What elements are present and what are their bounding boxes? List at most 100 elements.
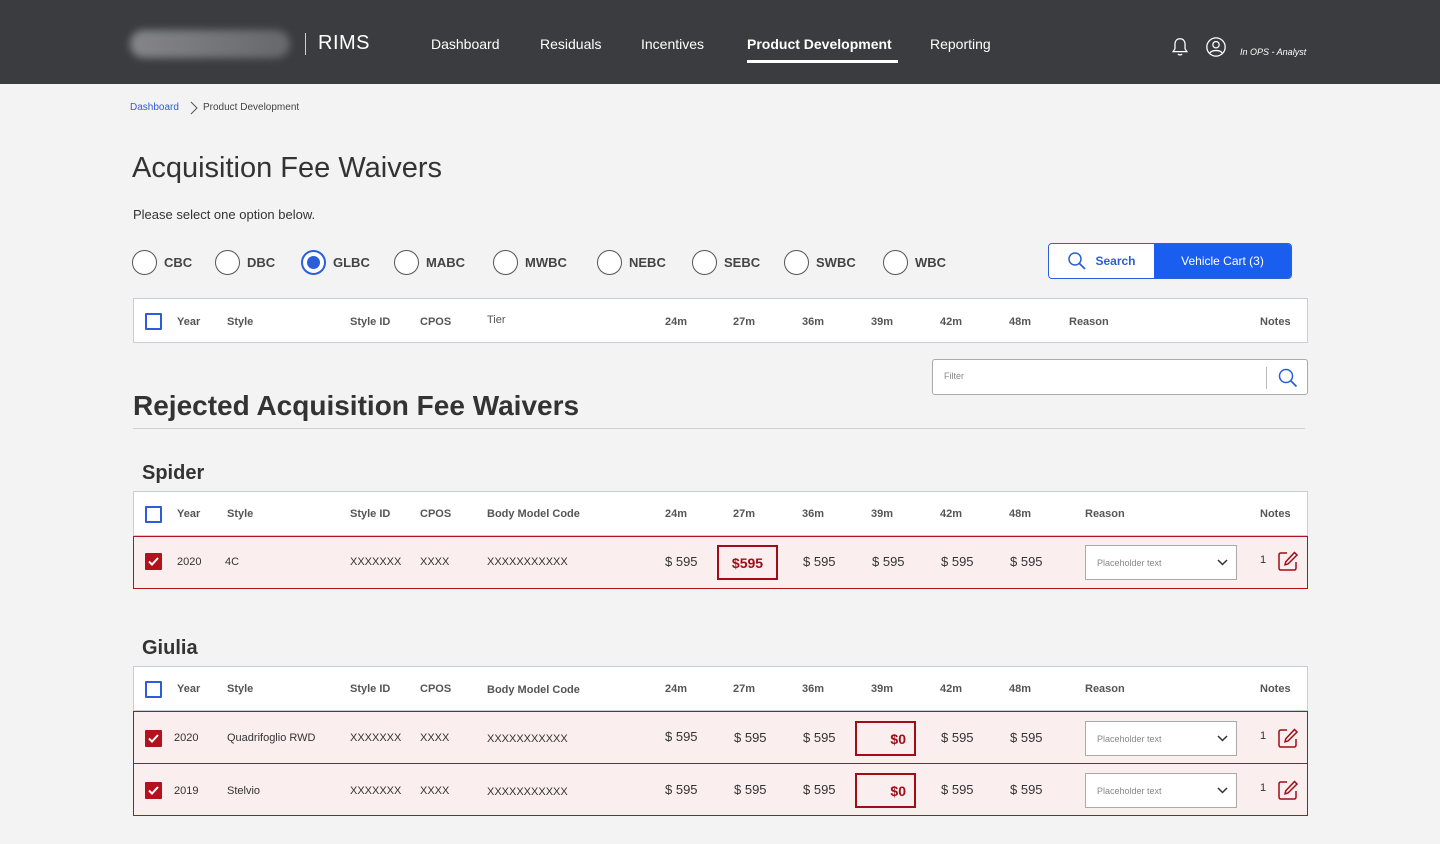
radio-mwbc[interactable]: MWBC <box>493 249 567 275</box>
radio-circle[interactable] <box>493 249 518 275</box>
search-button[interactable]: Search <box>1049 244 1154 278</box>
group-title-giulia: Giulia <box>142 637 198 659</box>
bell-icon[interactable] <box>1169 36 1191 58</box>
radio-circle[interactable] <box>394 249 419 275</box>
column-header-body-model-code: Body Model Code <box>487 684 580 696</box>
radio-circle[interactable] <box>883 249 908 275</box>
column-header-body-model-code: Body Model Code <box>487 508 580 520</box>
filter-input[interactable]: Filter <box>932 359 1308 395</box>
search-icon <box>1068 252 1087 270</box>
radio-mabc[interactable]: MABC <box>394 249 465 275</box>
cell-body-model-code: XXXXXXXXXXX <box>487 786 568 798</box>
notes-count: 1 <box>1260 730 1267 742</box>
nav-reporting[interactable]: Reporting <box>930 36 991 52</box>
filter-placeholder: Filter <box>944 371 964 381</box>
reason-placeholder: Placeholder text <box>1097 785 1162 796</box>
column-header-39m: 39m <box>871 508 894 520</box>
column-header-style-id: Style ID <box>350 316 391 328</box>
radio-circle-selected[interactable] <box>301 249 326 275</box>
edit-note-icon[interactable] <box>1277 779 1299 801</box>
column-header-notes: Notes <box>1260 683 1291 695</box>
price-24m: $ 595 <box>665 554 698 569</box>
breadcrumb-current: Product Development <box>203 102 300 113</box>
row-checkbox-checked[interactable] <box>145 553 162 570</box>
radio-cbc[interactable]: CBC <box>132 249 192 275</box>
cell-year: 2019 <box>174 785 199 797</box>
table-row[interactable]: 2019 Stelvio XXXXXXX XXXX XXXXXXXXXXX $ … <box>133 763 1308 816</box>
price-27m-flagged[interactable]: $595 <box>717 545 778 580</box>
edit-note-icon[interactable] <box>1277 550 1299 572</box>
reason-placeholder: Placeholder text <box>1097 733 1162 744</box>
radio-circle[interactable] <box>597 249 622 275</box>
row-checkbox-checked[interactable] <box>145 730 162 747</box>
column-header-39m: 39m <box>871 316 894 328</box>
reason-dropdown[interactable]: Placeholder text <box>1085 773 1237 808</box>
user-profile-icon[interactable] <box>1205 36 1227 58</box>
row-checkbox-checked[interactable] <box>145 782 162 799</box>
price-48m: $ 595 <box>1010 554 1043 569</box>
instruction-text: Please select one option below. <box>133 207 316 222</box>
radio-dbc[interactable]: DBC <box>215 249 275 275</box>
breadcrumb-dashboard-link[interactable]: Dashboard <box>130 102 179 113</box>
radio-label: DBC <box>247 254 276 270</box>
select-all-checkbox[interactable] <box>145 506 162 523</box>
vehicle-cart-button[interactable]: Vehicle Cart (3) <box>1154 244 1291 278</box>
giulia-table: Year Style Style ID CPOS Body Model Code… <box>133 666 1308 816</box>
radio-label: NEBC <box>629 254 666 270</box>
edit-note-icon[interactable] <box>1277 727 1299 749</box>
radio-circle[interactable] <box>215 249 240 275</box>
column-header-cpos: CPOS <box>420 683 452 695</box>
radio-label: SWBC <box>816 254 856 270</box>
nav-incentives[interactable]: Incentives <box>641 36 704 52</box>
price-27m: $ 595 <box>734 730 767 745</box>
reason-dropdown[interactable]: Placeholder text <box>1085 721 1237 756</box>
checkmark-icon <box>148 557 159 566</box>
price-42m: $ 595 <box>941 554 974 569</box>
column-header-style-id: Style ID <box>350 508 391 520</box>
cell-style-id: XXXXXXX <box>350 785 402 797</box>
radio-swbc[interactable]: SWBC <box>784 249 856 275</box>
price-39m-flagged[interactable]: $0 <box>855 773 916 808</box>
cell-year: 2020 <box>174 732 199 744</box>
checkmark-icon <box>148 786 159 795</box>
column-header-42m: 42m <box>940 683 963 695</box>
radio-circle[interactable] <box>784 249 809 275</box>
radio-label: SEBC <box>724 254 761 270</box>
radio-circle[interactable] <box>692 249 717 275</box>
radio-label: CBC <box>164 254 193 270</box>
price-27m: $ 595 <box>734 782 767 797</box>
radio-nebc[interactable]: NEBC <box>597 249 666 275</box>
nav-residuals[interactable]: Residuals <box>540 36 601 52</box>
radio-selected-dot <box>307 255 320 269</box>
group-title-spider: Spider <box>142 462 205 484</box>
rejected-section-title: Rejected Acquisition Fee Waivers <box>133 390 580 421</box>
column-header-36m: 36m <box>802 683 825 695</box>
search-icon[interactable] <box>1277 367 1299 389</box>
column-header-36m: 36m <box>802 508 825 520</box>
chevron-right-icon <box>190 101 198 115</box>
nav-dashboard[interactable]: Dashboard <box>431 36 500 52</box>
column-header-48m: 48m <box>1009 508 1032 520</box>
radio-circle[interactable] <box>132 249 157 275</box>
price-39m: $ 595 <box>872 554 905 569</box>
reason-dropdown[interactable]: Placeholder text <box>1085 545 1237 580</box>
radio-glbc[interactable]: GLBC <box>301 249 370 275</box>
column-header-notes: Notes <box>1260 316 1291 328</box>
table-row[interactable]: 2020 4C XXXXXXX XXXX XXXXXXXXXXX $ 595 $… <box>133 536 1308 589</box>
brand-logo <box>130 30 290 58</box>
user-role-label: In OPS - Analyst <box>1240 47 1307 57</box>
nav-product-development[interactable]: Product Development <box>747 36 892 52</box>
price-39m-flagged[interactable]: $0 <box>855 721 916 756</box>
select-all-checkbox[interactable] <box>145 313 162 330</box>
cell-style: 4C <box>225 556 240 568</box>
radio-sebc[interactable]: SEBC <box>692 249 760 275</box>
column-header-27m: 27m <box>733 683 756 695</box>
reason-placeholder: Placeholder text <box>1097 557 1162 568</box>
select-all-checkbox[interactable] <box>145 681 162 698</box>
column-header-24m: 24m <box>665 316 688 328</box>
table-row[interactable]: 2020 Quadrifoglio RWD XXXXXXX XXXX XXXXX… <box>133 711 1308 764</box>
chevron-down-icon <box>1217 787 1228 794</box>
column-header-reason: Reason <box>1085 508 1125 520</box>
column-header-year: Year <box>177 508 201 520</box>
radio-wbc[interactable]: WBC <box>883 249 946 275</box>
